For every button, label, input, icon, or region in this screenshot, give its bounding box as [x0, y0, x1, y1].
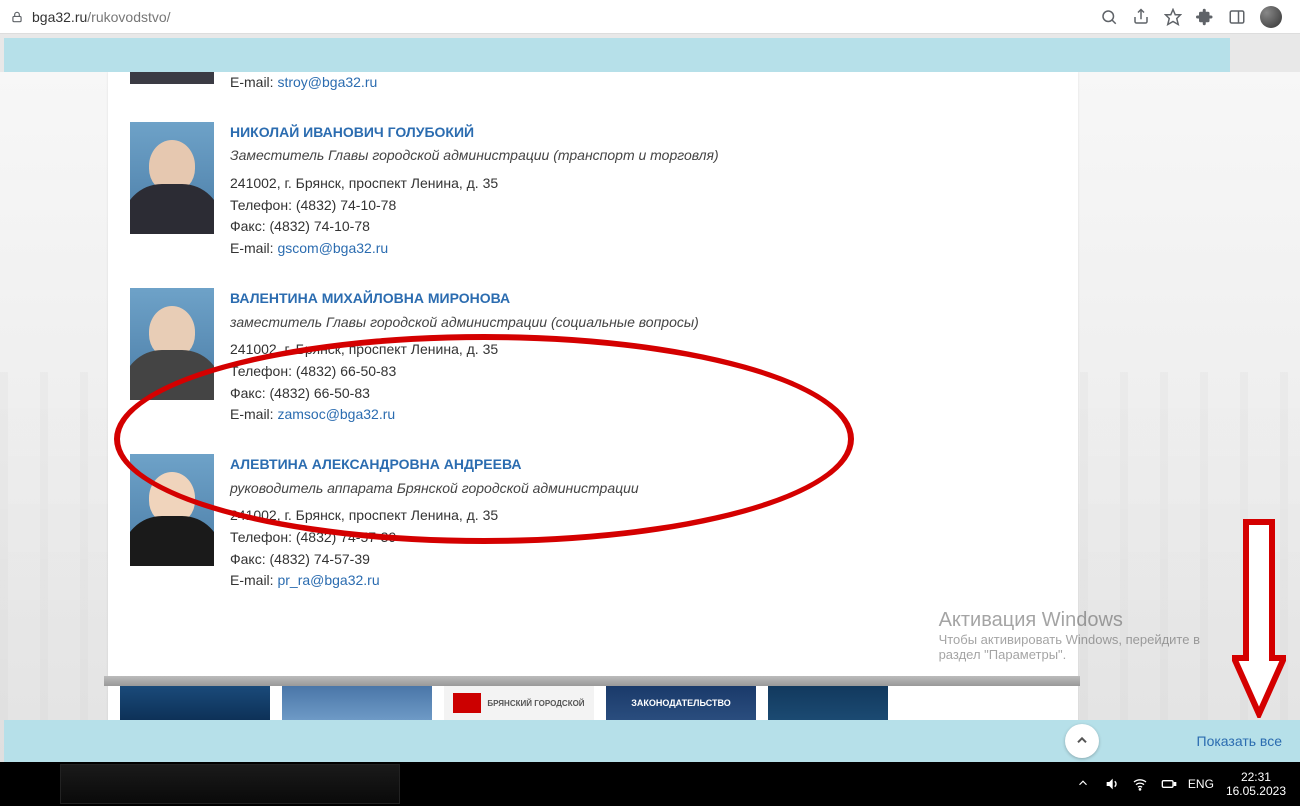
- zoom-icon[interactable]: [1100, 8, 1118, 26]
- person-address: 241002, г. Брянск, проспект Ленина, д. 3…: [230, 505, 639, 527]
- person-role: заместитель Главы городской администраци…: [230, 312, 699, 334]
- person-photo: [130, 288, 214, 400]
- email-link[interactable]: gscom@bga32.ru: [277, 240, 388, 256]
- download-shelf: Показать все: [4, 720, 1300, 762]
- banner-item[interactable]: [282, 686, 432, 720]
- person-name: ВАЛЕНТИНА МИХАЙЛОВНА МИРОНОВА: [230, 288, 699, 310]
- lock-icon: [10, 10, 24, 24]
- volume-icon[interactable]: [1104, 776, 1120, 792]
- star-icon[interactable]: [1164, 8, 1182, 26]
- person-address: 241002, г. Брянск, проспект Ленина, д. 3…: [230, 339, 699, 361]
- sidepanel-icon[interactable]: [1228, 8, 1246, 26]
- banner-item[interactable]: [120, 686, 270, 720]
- content-divider: [104, 676, 1080, 686]
- battery-icon[interactable]: [1160, 776, 1176, 792]
- taskbar-clock[interactable]: 22:31 16.05.2023: [1226, 770, 1286, 799]
- content-card: E-mail: stroy@bga32.ru НИКОЛАЙ ИВАНОВИЧ …: [108, 72, 1078, 732]
- person-address: 241002, г. Брянск, проспект Ленина, д. 3…: [230, 173, 719, 195]
- email-label: E-mail:: [230, 240, 277, 256]
- phone-label: Телефон:: [230, 363, 296, 379]
- fax-value: (4832) 74-57-39: [270, 551, 370, 567]
- tray-chevron-icon[interactable]: [1076, 776, 1092, 792]
- fax-value: (4832) 66-50-83: [270, 385, 370, 401]
- person-name: АЛЕВТИНА АЛЕКСАНДРОВНА АНДРЕЕВА: [230, 454, 639, 476]
- email-label: E-mail:: [230, 406, 277, 422]
- profile-avatar-icon[interactable]: [1260, 6, 1282, 28]
- email-link[interactable]: pr_ra@bga32.ru: [277, 572, 379, 588]
- taskbar-thumbnail[interactable]: [60, 764, 400, 804]
- browser-action-icons: [1100, 6, 1290, 28]
- email-label: E-mail:: [230, 572, 277, 588]
- fax-value: (4832) 74-10-78: [270, 218, 370, 234]
- person-entry: ВАЛЕНТИНА МИХАЙЛОВНА МИРОНОВА заместител…: [108, 274, 1078, 440]
- show-all-link[interactable]: Показать все: [1197, 733, 1282, 749]
- person-photo: [130, 122, 214, 234]
- url-text[interactable]: bga32.ru/rukovodstvo/: [32, 9, 1100, 25]
- annotation-arrow: [1232, 518, 1286, 718]
- fax-label: Факс:: [230, 218, 270, 234]
- banner-item[interactable]: [768, 686, 888, 720]
- person-role: руководитель аппарата Брянской городской…: [230, 478, 639, 500]
- person-entry: АЛЕВТИНА АЛЕКСАНДРОВНА АНДРЕЕВА руководи…: [108, 440, 1078, 606]
- phone-value: (4832) 66-50-83: [296, 363, 396, 379]
- person-entry: НИКОЛАЙ ИВАНОВИЧ ГОЛУБОКИЙ Заместитель Г…: [108, 108, 1078, 274]
- person-entry: E-mail: stroy@bga32.ru: [108, 72, 1078, 108]
- fax-label: Факс:: [230, 385, 270, 401]
- phone-value: (4832) 74-57-39: [296, 529, 396, 545]
- flag-icon: [453, 693, 481, 713]
- fax-label: Факс:: [230, 551, 270, 567]
- person-name: НИКОЛАЙ ИВАНОВИЧ ГОЛУБОКИЙ: [230, 122, 719, 144]
- system-tray: ENG 22:31 16.05.2023: [1076, 770, 1300, 799]
- phone-label: Телефон:: [230, 529, 296, 545]
- scroll-to-top-button[interactable]: [1065, 724, 1099, 758]
- email-label: E-mail:: [230, 74, 277, 90]
- page-body: E-mail: stroy@bga32.ru НИКОЛАЙ ИВАНОВИЧ …: [0, 72, 1300, 762]
- banner-item[interactable]: БРЯНСКИЙ ГОРОДСКОЙ: [444, 686, 594, 720]
- partner-banners: БРЯНСКИЙ ГОРОДСКОЙ ЗАКОНОДАТЕЛЬСТВО: [120, 686, 888, 720]
- email-link[interactable]: stroy@bga32.ru: [277, 74, 377, 90]
- person-photo: [130, 72, 214, 84]
- person-role: Заместитель Главы городской администраци…: [230, 145, 719, 167]
- share-icon[interactable]: [1132, 8, 1150, 26]
- wifi-icon[interactable]: [1132, 776, 1148, 792]
- phone-label: Телефон:: [230, 197, 296, 213]
- windows-taskbar: ENG 22:31 16.05.2023: [0, 762, 1300, 806]
- email-link[interactable]: zamsoc@bga32.ru: [277, 406, 395, 422]
- extensions-icon[interactable]: [1196, 8, 1214, 26]
- banner-item[interactable]: ЗАКОНОДАТЕЛЬСТВО: [606, 686, 756, 720]
- language-indicator[interactable]: ENG: [1188, 777, 1214, 791]
- notification-banner: [4, 38, 1230, 72]
- phone-value: (4832) 74-10-78: [296, 197, 396, 213]
- browser-address-bar: bga32.ru/rukovodstvo/: [0, 0, 1300, 34]
- person-photo: [130, 454, 214, 566]
